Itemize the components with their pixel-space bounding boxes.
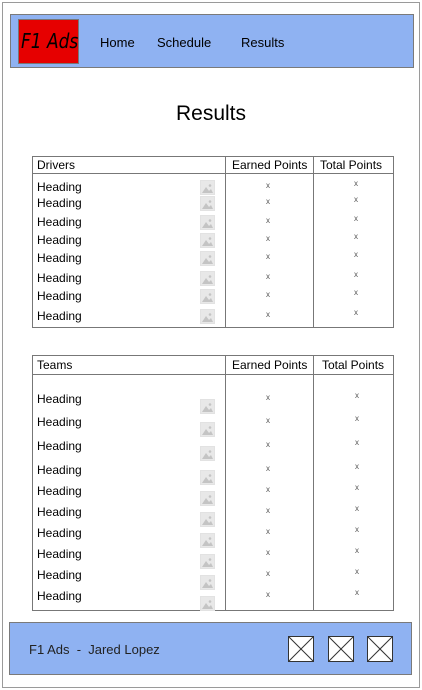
teams-table-header: Teams Earned Points Total Points [33, 356, 393, 375]
teams-table: Teams Earned Points Total Points Heading… [32, 355, 394, 611]
row-heading: Heading [37, 589, 82, 603]
earned-points-cell: x [266, 234, 270, 243]
total-points-cell: x [355, 504, 359, 513]
image-icon [200, 446, 215, 461]
earned-points-cell: x [266, 548, 270, 557]
row-heading: Heading [37, 233, 82, 247]
row-heading: Heading [37, 439, 82, 453]
earned-points-cell: x [266, 197, 270, 206]
total-points-cell: x [355, 414, 359, 423]
image-icon [200, 271, 215, 286]
earned-points-cell: x [266, 506, 270, 515]
column-divider [313, 157, 314, 327]
image-icon [200, 491, 215, 506]
earned-points-cell: x [266, 527, 270, 536]
logo[interactable]: F1 Ads [18, 19, 79, 64]
image-icon [200, 533, 215, 548]
image-icon [200, 309, 215, 324]
earned-points-cell: x [266, 485, 270, 494]
image-icon [200, 180, 215, 195]
row-heading: Heading [37, 484, 82, 498]
earned-points-cell: x [266, 290, 270, 299]
row-heading: Heading [37, 215, 82, 229]
total-points-cell: x [355, 546, 359, 555]
image-placeholder-icon[interactable] [328, 636, 354, 662]
row-heading: Heading [37, 392, 82, 406]
drivers-table: Drivers Earned Points Total Points Headi… [32, 156, 394, 328]
logo-text: F1 Ads [21, 29, 79, 53]
total-points-cell: x [355, 588, 359, 597]
image-icon [200, 512, 215, 527]
total-points-cell: x [355, 567, 359, 576]
image-icon [200, 251, 215, 266]
image-icon [200, 596, 215, 611]
image-icon [200, 399, 215, 414]
column-divider [225, 157, 226, 327]
earned-points-cell: x [266, 440, 270, 449]
image-icon [200, 575, 215, 590]
nav-home[interactable]: Home [100, 35, 135, 50]
nav-schedule[interactable]: Schedule [157, 35, 211, 50]
row-heading: Heading [37, 251, 82, 265]
column-divider [313, 356, 314, 610]
footer-text: F1 Ads - Jared Lopez [29, 642, 160, 657]
earned-points-cell: x [266, 252, 270, 261]
image-icon [200, 422, 215, 437]
image-icon [200, 215, 215, 230]
earned-points-cell: x [266, 272, 270, 281]
earned-points-cell: x [266, 590, 270, 599]
nav-results[interactable]: Results [241, 35, 284, 50]
image-icon [200, 470, 215, 485]
image-placeholder-icon[interactable] [288, 636, 314, 662]
total-points-cell: x [354, 214, 358, 223]
total-points-cell: x [355, 483, 359, 492]
total-points-cell: x [355, 525, 359, 534]
earned-points-cell: x [266, 569, 270, 578]
image-icon [200, 196, 215, 211]
earned-points-cell: x [266, 310, 270, 319]
total-points-cell: x [354, 195, 358, 204]
footer: F1 Ads - Jared Lopez [9, 622, 412, 675]
earned-points-column-header: Earned Points [232, 358, 308, 372]
row-heading: Heading [37, 463, 82, 477]
earned-points-cell: x [266, 393, 270, 402]
earned-points-cell: x [266, 216, 270, 225]
row-heading: Heading [37, 505, 82, 519]
row-heading: Heading [37, 271, 82, 285]
row-heading: Heading [37, 309, 82, 323]
drivers-column-header: Drivers [37, 158, 75, 172]
total-points-cell: x [355, 438, 359, 447]
row-heading: Heading [37, 568, 82, 582]
teams-column-header: Teams [37, 358, 73, 372]
image-placeholder-icon[interactable] [367, 636, 393, 662]
row-heading: Heading [37, 415, 82, 429]
row-heading: Heading [37, 526, 82, 540]
total-points-cell: x [355, 462, 359, 471]
total-points-cell: x [354, 270, 358, 279]
total-points-column-header: Total Points [322, 358, 385, 372]
earned-points-column-header: Earned Points [232, 158, 308, 172]
total-points-column-header: Total Points [320, 158, 383, 172]
row-heading: Heading [37, 196, 82, 210]
earned-points-cell: x [266, 416, 270, 425]
image-icon [200, 289, 215, 304]
total-points-cell: x [354, 288, 358, 297]
row-heading: Heading [37, 547, 82, 561]
earned-points-cell: x [266, 181, 270, 190]
total-points-cell: x [354, 179, 358, 188]
column-divider [225, 356, 226, 610]
row-heading: Heading [37, 289, 82, 303]
earned-points-cell: x [266, 464, 270, 473]
row-heading: Heading [37, 180, 82, 194]
image-icon [200, 233, 215, 248]
page-title: Results [175, 102, 247, 125]
total-points-cell: x [355, 391, 359, 400]
top-navbar: F1 Ads Home Schedule Results [10, 14, 414, 68]
drivers-table-header: Drivers Earned Points Total Points [33, 157, 393, 174]
total-points-cell: x [354, 250, 358, 259]
image-icon [200, 554, 215, 569]
total-points-cell: x [354, 232, 358, 241]
total-points-cell: x [354, 308, 358, 317]
